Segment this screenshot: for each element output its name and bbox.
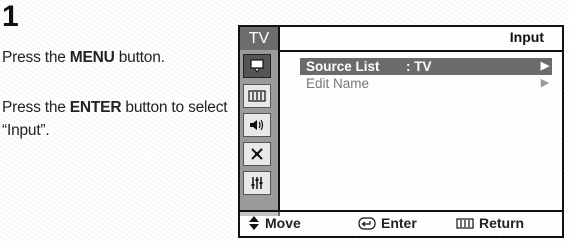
menu-item-edit-name[interactable]: Edit Name ▶ [300, 75, 552, 92]
menu-item-value: : TV [406, 59, 432, 74]
osd-header: Input [280, 27, 562, 52]
tv-tab[interactable]: TV [240, 27, 278, 50]
osd-title: Input [509, 29, 544, 45]
menu-item-label: Edit Name [306, 76, 370, 91]
return-icon [456, 217, 474, 229]
menu-button-name: MENU [69, 49, 115, 66]
footer-return-label: Return [479, 215, 525, 231]
footer-move: Move [248, 215, 301, 231]
instruction-2: Press the ENTER button to select “Input”… [2, 99, 228, 139]
osd-footer: Move Enter Return [240, 210, 562, 236]
enter-button-name: ENTER [69, 99, 122, 116]
footer-move-label: Move [265, 215, 301, 231]
antenna-icon[interactable] [243, 142, 271, 166]
picture-icon[interactable] [243, 54, 271, 78]
enter-icon [358, 216, 376, 230]
sound-icon[interactable] [243, 84, 271, 108]
arrow-right-icon: ▶ [540, 77, 550, 89]
tv-osd-menu: TV Input Source List : TV ▶ Edit Name ▶ [238, 25, 564, 238]
arrow-right-icon: ▶ [540, 60, 550, 72]
footer-enter: Enter [358, 215, 417, 231]
equalizer-icon[interactable] [243, 171, 271, 195]
step-number: 1 [2, 0, 19, 33]
speaker-icon[interactable] [243, 113, 271, 137]
menu-item-label: Source List [306, 59, 380, 74]
footer-return: Return [456, 215, 524, 231]
footer-enter-label: Enter [381, 215, 417, 231]
osd-sidebar: TV [240, 27, 280, 216]
menu-item-source-list[interactable]: Source List : TV ▶ [300, 58, 552, 75]
up-down-arrow-icon [249, 216, 259, 230]
instruction-1: Press the MENU button. [2, 49, 165, 66]
